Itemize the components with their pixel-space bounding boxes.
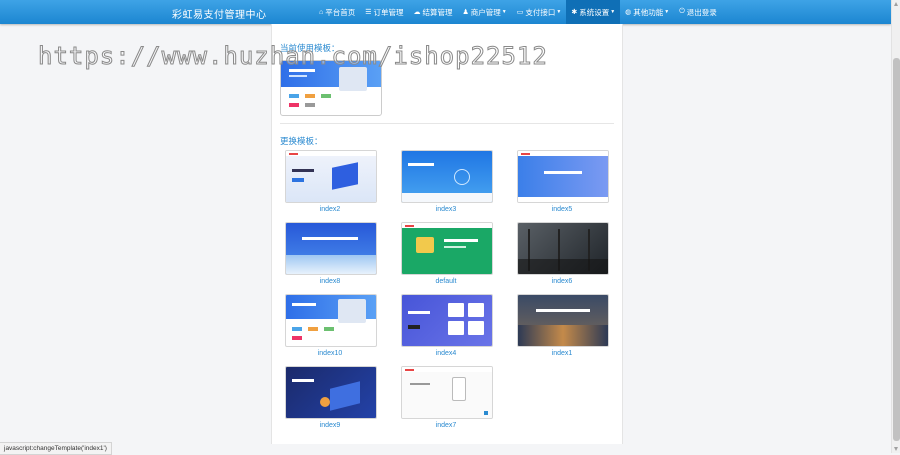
scroll-down-icon[interactable] bbox=[894, 447, 898, 451]
template-option-index5[interactable]: index5 bbox=[517, 150, 609, 213]
template-name: default bbox=[435, 278, 457, 285]
divider bbox=[280, 123, 614, 124]
top-navbar: 彩虹易支付管理中心 ⌂ 平台首页 ☰ 订单管理 ☁ 结算管理 ♟ 商户管理 ▼ ▭ 支付接口… bbox=[0, 0, 891, 24]
nav-item-settlement[interactable]: ☁ 结算管理 bbox=[409, 0, 458, 24]
nav-item-system-settings[interactable]: ✱ 系统设置 ▼ bbox=[566, 0, 621, 24]
nav-label: 系统设置 bbox=[579, 7, 610, 17]
caret-down-icon: ▼ bbox=[664, 9, 670, 15]
template-preview-image bbox=[517, 294, 609, 347]
scroll-up-icon[interactable] bbox=[894, 2, 898, 6]
template-preview-image bbox=[517, 222, 609, 275]
nav-item-home[interactable]: ⌂ 平台首页 bbox=[314, 0, 360, 24]
main-nav: ⌂ 平台首页 ☰ 订单管理 ☁ 结算管理 ♟ 商户管理 ▼ ▭ 支付接口 ▼ ✱ 系统设置 ▼ ◍… bbox=[314, 0, 722, 24]
current-template-title: 当前使用模板： bbox=[280, 43, 340, 53]
caret-down-icon: ▼ bbox=[556, 9, 562, 15]
nav-item-logout[interactable]: ⏻ 退出登录 bbox=[674, 0, 722, 24]
page-scrollbar[interactable] bbox=[891, 0, 900, 453]
template-preview-image bbox=[285, 222, 377, 275]
globe-icon: ◍ bbox=[625, 9, 632, 16]
cloud-icon: ☁ bbox=[413, 9, 421, 16]
list-icon: ☰ bbox=[365, 9, 372, 16]
nav-item-other[interactable]: ◍ 其他功能 ▼ bbox=[620, 0, 674, 24]
template-name: index3 bbox=[435, 206, 457, 213]
template-option-index4[interactable]: index4 bbox=[401, 294, 493, 357]
status-bar-url: javascript:changeTemplate('index1') bbox=[0, 442, 112, 455]
caret-down-icon: ▼ bbox=[610, 9, 616, 15]
template-name: index8 bbox=[319, 278, 341, 285]
template-option-index8[interactable]: index8 bbox=[285, 222, 377, 285]
nav-item-orders[interactable]: ☰ 订单管理 bbox=[360, 0, 408, 24]
template-option-index10[interactable]: index10 bbox=[285, 294, 377, 357]
template-name: index7 bbox=[435, 422, 457, 429]
template-preview-image bbox=[401, 222, 493, 275]
nav-label: 结算管理 bbox=[422, 7, 453, 17]
nav-label: 平台首页 bbox=[325, 7, 356, 17]
template-preview-image bbox=[517, 150, 609, 203]
nav-label: 商户管理 bbox=[470, 7, 501, 17]
template-panel: 当前使用模板： 更换模板： index2 index3 index5 index… bbox=[271, 24, 623, 444]
change-template-title: 更换模板： bbox=[280, 136, 323, 146]
card-icon: ▭ bbox=[516, 9, 524, 16]
template-preview-image bbox=[401, 150, 493, 203]
template-option-default[interactable]: default bbox=[401, 222, 493, 285]
brand-title[interactable]: 彩虹易支付管理中心 bbox=[172, 6, 267, 21]
template-option-index2[interactable]: index2 bbox=[285, 150, 377, 213]
template-name: index1 bbox=[551, 350, 573, 357]
template-preview-image bbox=[285, 366, 377, 419]
user-icon: ♟ bbox=[462, 9, 469, 16]
template-option-index7[interactable]: index7 bbox=[401, 366, 493, 429]
template-option-index9[interactable]: index9 bbox=[285, 366, 377, 429]
nav-label: 其他功能 bbox=[633, 7, 664, 17]
template-preview-image bbox=[285, 294, 377, 347]
home-icon: ⌂ bbox=[319, 8, 324, 16]
nav-item-merchants[interactable]: ♟ 商户管理 ▼ bbox=[458, 0, 512, 24]
template-preview-image bbox=[401, 294, 493, 347]
current-template-preview bbox=[280, 60, 382, 116]
nav-label: 退出登录 bbox=[686, 7, 717, 17]
template-name: index4 bbox=[435, 350, 457, 357]
template-option-index6[interactable]: index6 bbox=[517, 222, 609, 285]
template-option-index1[interactable]: index1 bbox=[517, 294, 609, 357]
nav-label: 订单管理 bbox=[373, 7, 404, 17]
template-name: index6 bbox=[551, 278, 573, 285]
gear-icon: ✱ bbox=[571, 9, 578, 16]
caret-down-icon: ▼ bbox=[501, 9, 507, 15]
template-preview-image bbox=[401, 366, 493, 419]
template-preview-image bbox=[285, 150, 377, 203]
template-option-index3[interactable]: index3 bbox=[401, 150, 493, 213]
scrollbar-thumb[interactable] bbox=[893, 58, 900, 441]
template-name: index2 bbox=[319, 206, 341, 213]
template-name: index10 bbox=[317, 350, 343, 357]
nav-item-payment-interfaces[interactable]: ▭ 支付接口 ▼ bbox=[512, 0, 567, 24]
power-icon: ⏻ bbox=[679, 8, 685, 15]
template-name: index9 bbox=[319, 422, 341, 429]
template-name: index5 bbox=[551, 206, 573, 213]
nav-label: 支付接口 bbox=[525, 7, 556, 17]
